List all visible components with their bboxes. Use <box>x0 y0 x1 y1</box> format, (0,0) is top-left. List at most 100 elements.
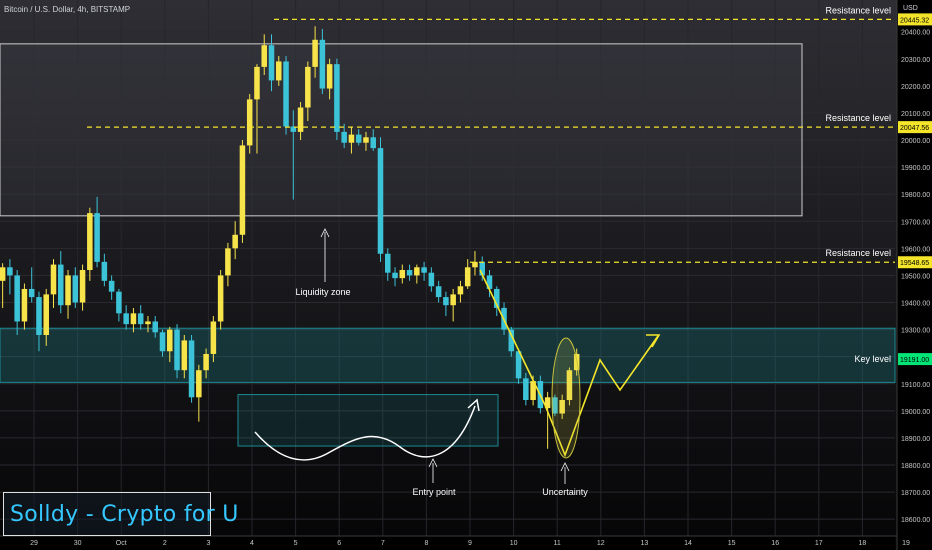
time-tick-label: 16 <box>771 540 779 547</box>
watermark-banner: Solldy - Crypto for U <box>3 492 238 536</box>
time-tick-label: 6 <box>337 540 341 547</box>
candle-body <box>108 280 115 292</box>
candle-body <box>312 39 318 67</box>
time-tick-label: 4 <box>250 540 254 547</box>
key-level-zone <box>0 327 896 383</box>
candle-body <box>435 286 442 298</box>
candle-body <box>137 313 144 325</box>
price-tick-label: 20200.00 <box>901 84 930 91</box>
candle-body <box>319 39 326 89</box>
time-tick-label: 12 <box>597 540 605 547</box>
time-tick-label: 11 <box>554 540 561 547</box>
candle-body <box>254 66 260 100</box>
time-tick-label: 5 <box>294 540 298 547</box>
candle-body <box>145 321 151 325</box>
candle-body <box>79 270 86 303</box>
price-tick-label: 19900.00 <box>901 165 930 172</box>
key-level-label: Key level <box>854 354 891 364</box>
candle-body <box>450 294 456 306</box>
candle-body <box>159 332 166 352</box>
candle-body <box>348 134 355 143</box>
price-tick-label: 19400.00 <box>901 301 930 308</box>
time-tick-label: 2 <box>163 540 167 547</box>
candle-body <box>130 313 137 325</box>
candle-body <box>217 275 224 322</box>
chart-title: Bitcoin / U.S. Dollar, 4h, BITSTAMP <box>4 5 131 14</box>
candle-body <box>261 45 267 67</box>
time-tick-label: 18 <box>859 540 867 547</box>
liquidity-zone-label: Liquidity zone <box>295 287 350 297</box>
candle-body <box>414 267 420 276</box>
candle-body <box>363 137 369 143</box>
candle-body <box>341 131 347 143</box>
candle-body <box>406 270 413 276</box>
price-tick-label: 20400.00 <box>901 30 930 37</box>
candle-body <box>116 291 122 314</box>
candle-body <box>297 107 304 132</box>
candle-body <box>334 64 340 132</box>
candle-body <box>326 64 333 89</box>
price-tag-label: 19548.65 <box>900 260 929 267</box>
candle-body <box>276 61 282 81</box>
candle-body <box>58 264 64 306</box>
uncertainty-ellipse <box>551 337 581 459</box>
price-tick-label: 18900.00 <box>901 436 930 443</box>
price-tick-label: 18800.00 <box>901 463 930 470</box>
price-tick-label: 18700.00 <box>901 490 930 497</box>
resistance-label: Resistance level <box>825 113 891 123</box>
candle-body <box>399 270 406 279</box>
price-tick-label: 19700.00 <box>901 219 930 226</box>
price-tick-label: 19500.00 <box>901 273 930 280</box>
candle-body <box>181 340 188 371</box>
candle-body <box>196 370 202 398</box>
candle-body <box>65 275 71 306</box>
time-tick-label: 10 <box>510 540 518 547</box>
candle-body <box>246 99 253 146</box>
candle-body <box>377 148 384 254</box>
candle-body <box>43 294 49 335</box>
price-tick-label: 20300.00 <box>901 57 930 64</box>
resistance-label: Resistance level <box>825 5 891 15</box>
candle-body <box>167 329 173 352</box>
resistance-label: Resistance level <box>825 248 891 258</box>
price-tick-label: 19100.00 <box>901 382 930 389</box>
price-tag-label: 20445.32 <box>900 17 929 24</box>
candle-body <box>305 66 311 108</box>
candle-body <box>36 297 42 335</box>
candle-body <box>14 275 20 322</box>
candle-body <box>443 297 449 306</box>
candle-body <box>232 234 238 249</box>
price-tick-label: 18600.00 <box>901 517 930 524</box>
uncertainty-label: Uncertainty <box>542 487 588 497</box>
time-tick-label: 3 <box>206 540 210 547</box>
candle-body <box>0 267 6 281</box>
candle-body <box>21 288 28 322</box>
price-tick-label: 20100.00 <box>901 111 930 118</box>
candle-body <box>7 267 13 276</box>
time-axis-bg <box>0 536 895 550</box>
candle-body <box>370 137 376 149</box>
price-chart[interactable]: Resistance level Resistance level Resistan… <box>0 0 932 550</box>
price-tick-label: 20000.00 <box>901 138 930 145</box>
price-tick-label: 19000.00 <box>901 409 930 416</box>
candle-body <box>203 353 209 371</box>
time-tick-label: 15 <box>728 540 736 547</box>
candle-body <box>188 340 195 398</box>
price-tick-label: 19600.00 <box>901 246 930 253</box>
candle-body <box>268 45 275 81</box>
candle-body <box>210 321 217 354</box>
time-tick-label: 29 <box>30 540 38 547</box>
currency-label: USD <box>903 5 918 12</box>
candle-body <box>385 253 391 273</box>
price-tag-label: 19191.00 <box>900 357 929 364</box>
price-tag-label: 20047.56 <box>900 125 929 132</box>
time-tick-label: 8 <box>424 540 428 547</box>
time-tick-label: 14 <box>684 540 692 547</box>
candle-body <box>464 267 471 287</box>
liquidity-zone-box <box>0 43 803 217</box>
candle-body <box>87 213 93 270</box>
candle-body <box>152 321 158 333</box>
candle-body <box>50 264 57 295</box>
candle-body <box>174 329 180 371</box>
candle-body <box>392 272 398 279</box>
